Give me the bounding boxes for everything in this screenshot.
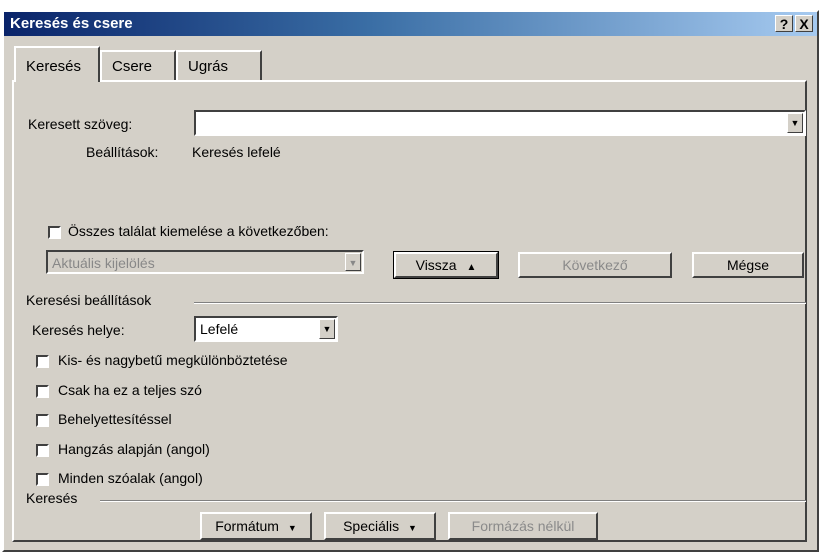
- match-case-checkbox[interactable]: [36, 355, 49, 368]
- direction-select[interactable]: Lefelé ▼: [194, 316, 338, 342]
- search-options-group-title: Keresési beállítások: [26, 292, 152, 308]
- highlight-scope-value: Aktuális kijelölés: [52, 255, 155, 271]
- next-button[interactable]: Következő: [518, 252, 672, 278]
- back-button[interactable]: Vissza ▲: [393, 251, 499, 279]
- up-arrow-icon: ▲: [466, 262, 477, 273]
- chevron-down-icon[interactable]: ▼: [319, 319, 335, 339]
- group-divider: [100, 500, 806, 502]
- match-case-label: Kis- és nagybetű megkülönböztetése: [58, 352, 288, 368]
- tab-kereses[interactable]: Keresés: [14, 46, 100, 82]
- all-word-forms-label: Minden szóalak (angol): [58, 470, 203, 486]
- search-label: Keresett szöveg:: [28, 116, 133, 132]
- direction-label: Keresés helye:: [32, 322, 125, 338]
- tab-csere[interactable]: Csere: [100, 50, 176, 80]
- group-divider: [194, 302, 806, 304]
- cancel-button[interactable]: Mégse: [692, 252, 804, 278]
- tab-label: Ugrás: [188, 58, 229, 75]
- highlight-all-label: Összes találat kiemelése a következőben:: [68, 223, 329, 239]
- special-button[interactable]: Speciális ▼: [324, 512, 436, 540]
- wildcards-checkbox[interactable]: [36, 414, 49, 427]
- chevron-down-icon[interactable]: ▼: [345, 253, 361, 271]
- tab-ugras[interactable]: Ugrás: [176, 50, 262, 80]
- search-group-title: Keresés: [26, 490, 78, 506]
- chevron-down-icon[interactable]: ▼: [787, 113, 803, 133]
- cancel-button-label: Mégse: [726, 257, 770, 273]
- format-button-label: Formátum: [215, 518, 279, 534]
- special-button-label: Speciális: [343, 518, 400, 534]
- dialog-title: Keresés és csere: [10, 15, 133, 32]
- wildcards-label: Behelyettesítéssel: [58, 411, 172, 427]
- whole-word-label: Csak ha ez a teljes szó: [58, 382, 202, 398]
- find-replace-dialog: Keresés és csere ? X Keresés Csere Ugrás…: [2, 10, 819, 552]
- highlight-all-checkbox[interactable]: [48, 226, 61, 239]
- highlight-scope-select[interactable]: Aktuális kijelölés ▼: [46, 250, 364, 274]
- next-button-label: Következő: [562, 257, 628, 273]
- chevron-down-icon: ▼: [408, 523, 417, 533]
- settings-value: Keresés lefelé: [192, 144, 281, 160]
- whole-word-checkbox[interactable]: [36, 385, 49, 398]
- no-formatting-button[interactable]: Formázás nélkül: [448, 512, 598, 540]
- format-button[interactable]: Formátum ▼: [200, 512, 312, 540]
- tab-label: Keresés: [26, 58, 82, 75]
- title-bar[interactable]: Keresés és csere ? X: [4, 12, 817, 36]
- sounds-like-label: Hangzás alapján (angol): [58, 441, 210, 457]
- search-input[interactable]: ▼: [194, 110, 806, 136]
- settings-label: Beállítások:: [86, 144, 159, 160]
- close-button[interactable]: X: [795, 15, 813, 32]
- tab-label: Csere: [112, 58, 153, 75]
- all-word-forms-checkbox[interactable]: [36, 473, 49, 486]
- no-formatting-button-label: Formázás nélkül: [471, 518, 575, 534]
- help-button[interactable]: ?: [775, 15, 793, 32]
- direction-value: Lefelé: [200, 321, 239, 337]
- back-button-label: Vissza: [415, 257, 457, 273]
- chevron-down-icon: ▼: [287, 523, 297, 533]
- sounds-like-checkbox[interactable]: [36, 444, 49, 457]
